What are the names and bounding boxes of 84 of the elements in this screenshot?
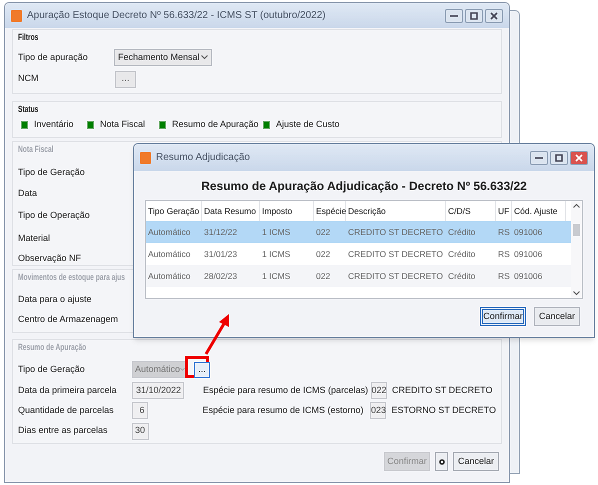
field-label: Data: [18, 186, 38, 200]
minimize-button[interactable]: [530, 150, 548, 164]
table-cell-text: 091006: [513, 270, 544, 282]
app-logo-icon: [11, 10, 22, 22]
group-title: Nota Fiscal: [18, 143, 54, 156]
table-cell-text: RS: [497, 226, 511, 238]
field-label: Tipo de Operação: [18, 209, 90, 222]
field-value: ESTORNO ST DECRETO: [391, 404, 496, 417]
maximize-button[interactable]: [550, 150, 568, 164]
table-cell-text: CREDITO ST DECRETO: [347, 248, 444, 260]
status-label: Nota Fiscal: [100, 118, 146, 131]
table-cell-text: 091006: [513, 248, 544, 260]
table-cell-text: Automático: [147, 226, 192, 238]
chevron-down-icon: [180, 367, 185, 372]
arrow: [204, 314, 229, 355]
minimize-icon: [535, 156, 543, 158]
table-cell-text: Crédito: [447, 270, 476, 282]
window-title: Resumo Adjudicação: [156, 151, 250, 165]
table-cell-text: Automático: [147, 270, 192, 282]
highlight-box: [185, 356, 209, 378]
field-label: Dias entre as parcelas: [18, 424, 109, 438]
minimize-button[interactable]: [445, 8, 463, 22]
status-label: Resumo de Apuração: [172, 118, 259, 131]
group-title: Movimentos de estoque para ajus: [18, 271, 125, 284]
field-label: Tipo de Geração: [18, 362, 86, 376]
chevron-down-icon: [201, 55, 208, 60]
close-button[interactable]: [485, 8, 503, 22]
field-label: Espécie para resumo de ICMS (parcelas): [203, 384, 368, 395]
app-logo-icon: [140, 152, 151, 164]
scroll-down-icon[interactable]: [573, 291, 580, 296]
table-cell-text: 091006: [513, 226, 544, 238]
field-label: Tipo de apuração: [18, 50, 89, 64]
field-label: Material: [18, 232, 50, 245]
field-label: NCM: [18, 72, 40, 86]
close-button[interactable]: [570, 150, 588, 164]
field-label: Quantidade de parcelas: [18, 404, 115, 417]
table-cell-text: 28/02/23: [203, 270, 238, 282]
scrollbar-thumb[interactable]: [573, 224, 580, 236]
table-cell-text: RS: [497, 248, 511, 260]
close-icon: [575, 154, 583, 162]
table-cell-text: 1 ICMS: [261, 226, 292, 238]
table-cell-text: CREDITO ST DECRETO: [347, 270, 444, 282]
ellipsis-button[interactable]: ...: [115, 70, 136, 88]
window-title: Apuração Estoque Decreto Nº 56.633/22 - ICMS ST (outubro/2022): [27, 9, 326, 23]
table-cell-text: 31/01/23: [203, 248, 238, 260]
field-label: Data para o ajuste: [18, 292, 92, 306]
field-label: Espécie para resumo de ICMS (estorno): [202, 404, 364, 415]
status-label: Inventário: [34, 118, 74, 131]
table-cell-text: Crédito: [447, 226, 476, 238]
button[interactable]: Confirmar: [480, 307, 526, 326]
select-field[interactable]: Fechamento Mensal: [114, 49, 212, 66]
field-label: Tipo de Geração: [18, 166, 85, 179]
table-cell-text: 022: [315, 270, 332, 282]
group-title: Filtros: [18, 31, 38, 44]
table-cell-text: Automático: [147, 248, 192, 260]
table-cell-text: 1 ICMS: [261, 248, 292, 260]
field-label: Data da primeira parcela: [18, 384, 118, 397]
table-cell-text: RS: [497, 270, 511, 282]
maximize-button[interactable]: [465, 8, 483, 22]
group-title: Resumo de Apuração: [18, 341, 86, 354]
field-label: Observação NF: [18, 252, 82, 266]
table-cell-text: CREDITO ST DECRETO: [347, 226, 444, 238]
close-icon: [490, 12, 498, 20]
field-value: CREDITO ST DECRETO: [392, 384, 493, 397]
minimize-icon: [450, 14, 458, 16]
group-title: Status: [18, 103, 38, 116]
status-label: Ajuste de Custo: [276, 118, 340, 131]
table-cell-text: 31/12/22: [203, 226, 238, 238]
scroll-up-icon[interactable]: [573, 203, 580, 208]
button[interactable]: Cancelar: [534, 307, 580, 326]
table-cell-text: Crédito: [447, 248, 476, 260]
table-row[interactable]: Automático 28/02/23 1 ICMS 022 CREDITO ST DECRETO Crédito RS 091006: [146, 265, 571, 287]
options-button[interactable]: [435, 452, 448, 471]
maximize-icon: [555, 154, 563, 162]
table-cell-text: 022: [315, 226, 332, 238]
button[interactable]: Cancelar: [453, 452, 499, 471]
scrollbar[interactable]: [571, 201, 582, 298]
table-row[interactable]: Automático 31/12/22 1 ICMS 022 CREDITO ST DECRETO Crédito RS 091006: [146, 221, 571, 243]
maximize-icon: [470, 12, 478, 20]
field-label: Centro de Armazenagem: [18, 313, 118, 326]
dialog-heading: Resumo de Apuração Adjudicação - Decreto Nº 56.633/22: [200, 178, 528, 193]
table-cell-text: 022: [315, 248, 332, 260]
table-cell-text: 1 ICMS: [261, 270, 292, 282]
circle-icon: [438, 458, 444, 464]
